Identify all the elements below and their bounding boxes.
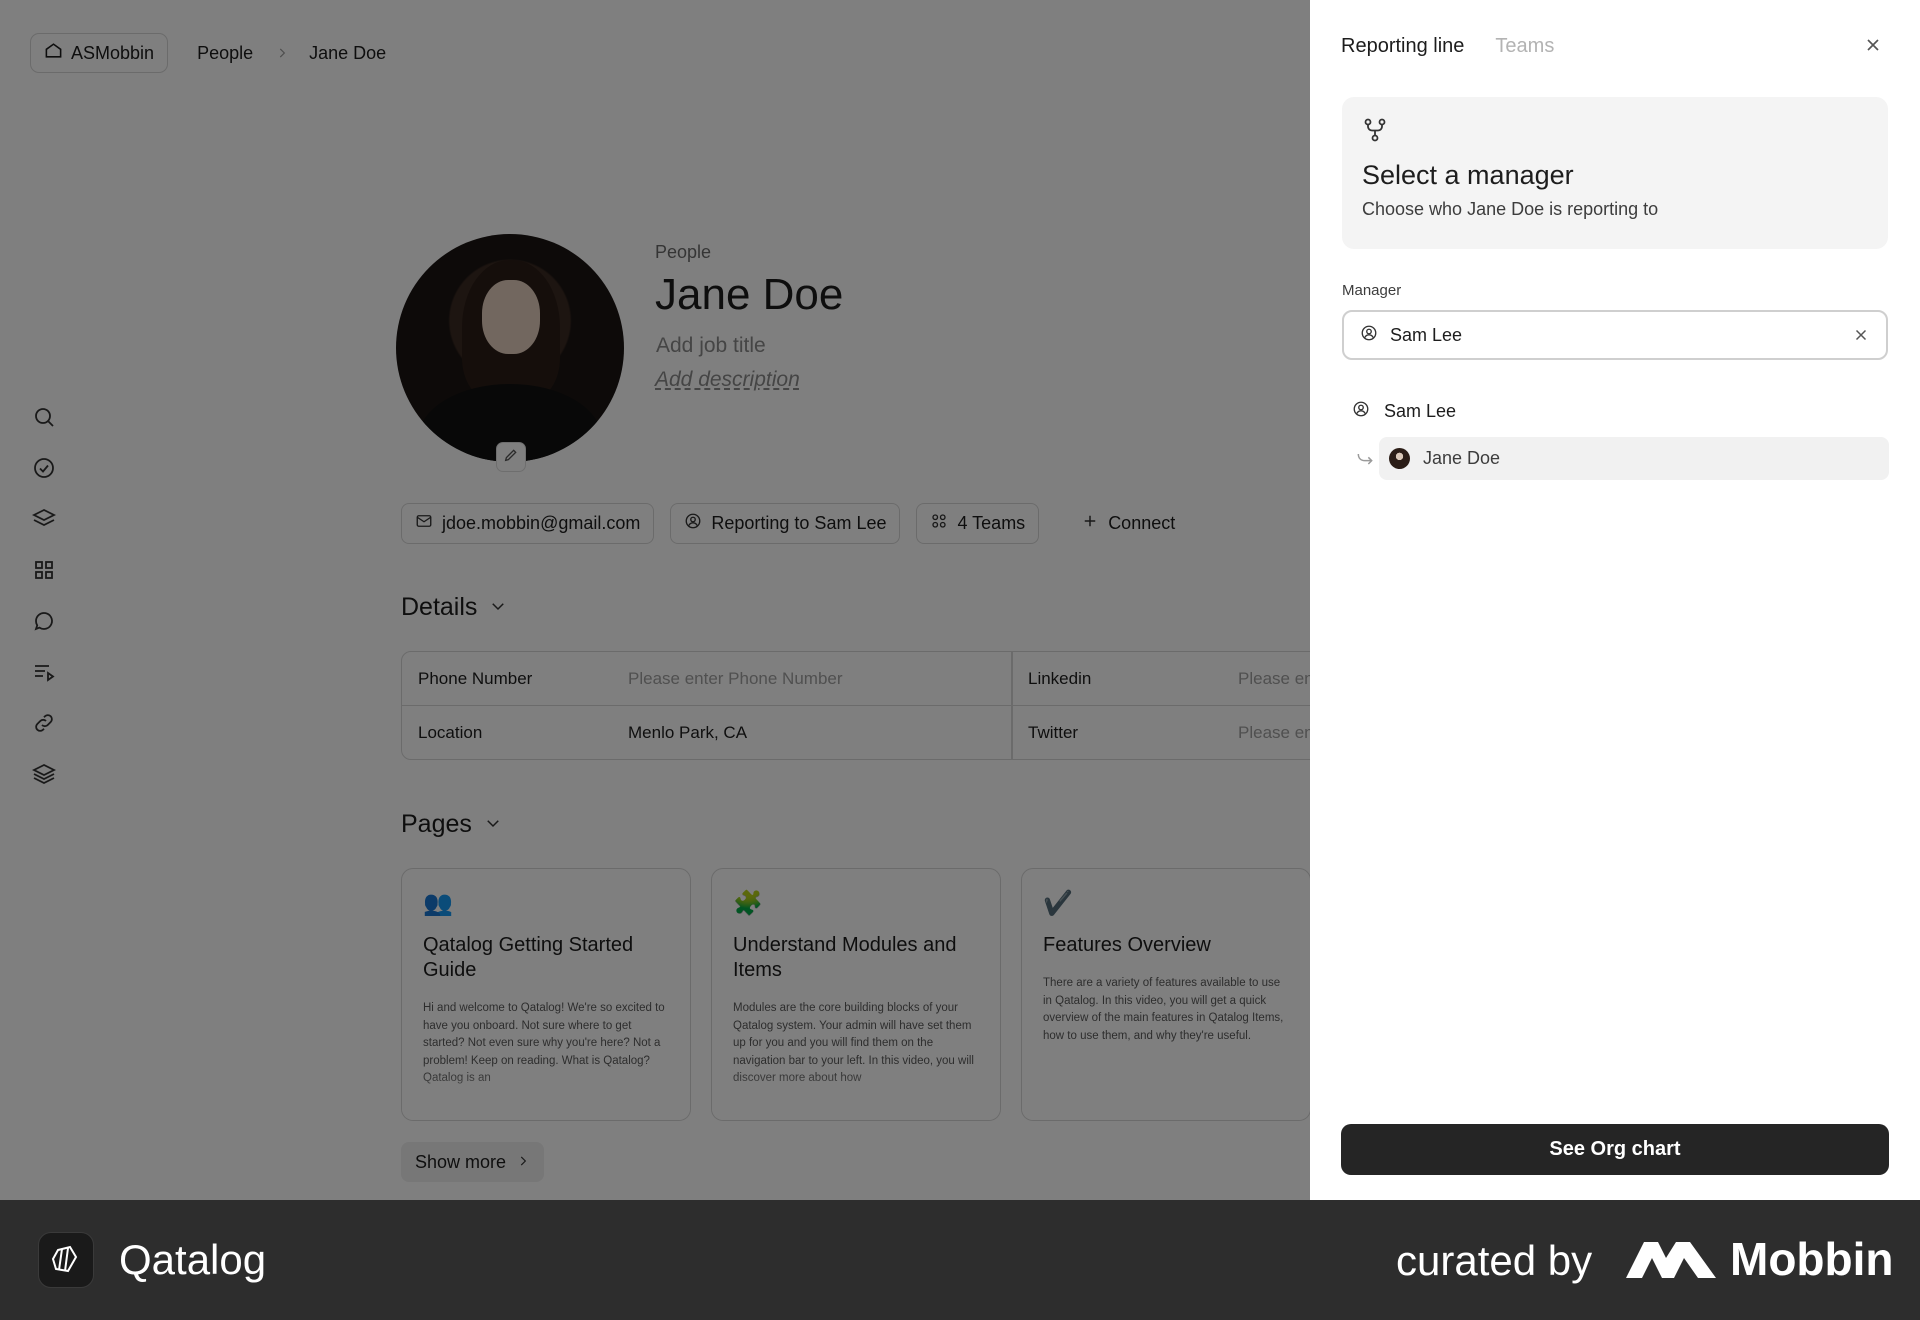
modal-overlay[interactable] [0,0,1310,1200]
manager-label: Manager [1342,282,1402,299]
tab-reporting-line[interactable]: Reporting line [1341,35,1464,58]
select-manager-card: Select a manager Choose who Jane Doe is … [1342,97,1888,249]
hero-title: Select a manager [1362,160,1574,190]
hero-subtitle: Choose who Jane Doe is reporting to [1362,199,1659,219]
see-org-chart-button[interactable]: See Org chart [1341,1124,1889,1175]
manager-input[interactable] [1390,324,1840,346]
user-circle-icon [1352,400,1370,423]
qatalog-logo-icon [38,1232,94,1288]
reply-arrow-icon [1355,449,1375,469]
mobbin-logo-icon [1626,1238,1716,1282]
clear-icon[interactable] [1852,326,1870,344]
close-button[interactable] [1863,35,1883,55]
brand-name: Qatalog [119,1236,267,1283]
tree-report-name: Jane Doe [1423,448,1501,468]
manager-field[interactable] [1342,310,1888,360]
branch-icon [1362,118,1388,147]
tab-teams[interactable]: Teams [1495,35,1554,58]
reporting-line-panel: Reporting line Teams Select a manager Ch… [1310,0,1920,1200]
user-circle-icon [1360,324,1378,347]
tree-manager-name: Sam Lee [1384,401,1457,421]
avatar [1389,448,1410,469]
tree-manager-row[interactable]: Sam Lee [1352,400,1456,423]
mobbin-wordmark: Mobbin [1730,1233,1894,1285]
close-icon [1863,39,1883,59]
app-background: ASMobbin People Jane Doe People Jane Doe… [0,0,1920,1200]
tree-report-row[interactable]: Jane Doe [1379,437,1889,480]
curated-by-text: curated by [1396,1237,1593,1284]
panel-tabs: Reporting line Teams [1341,35,1554,58]
